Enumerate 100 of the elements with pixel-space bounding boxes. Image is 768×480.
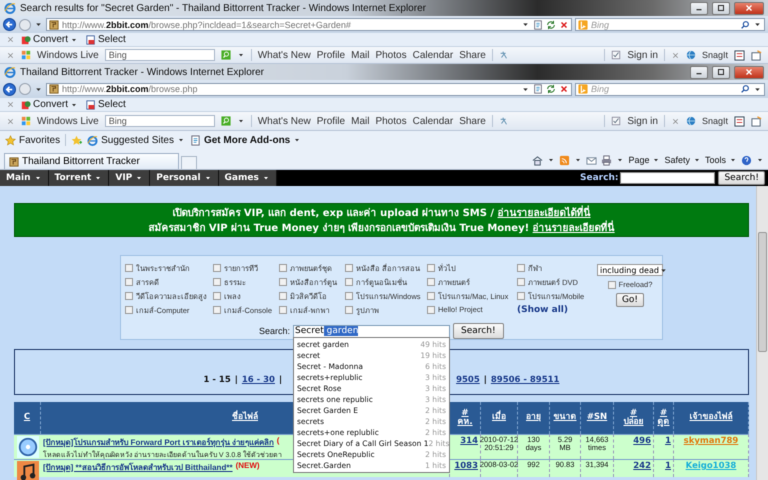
toolbar-link[interactable]: Share bbox=[459, 50, 486, 60]
caret-icon[interactable] bbox=[236, 117, 245, 125]
close-button[interactable] bbox=[734, 66, 764, 78]
search-field[interactable]: Bing bbox=[104, 115, 215, 127]
scrollbar[interactable] bbox=[756, 186, 768, 480]
column-header[interactable]: ขนาด bbox=[550, 402, 581, 434]
search-field[interactable] bbox=[620, 172, 716, 184]
nav-menu[interactable]: Games bbox=[218, 170, 277, 186]
caret-icon[interactable] bbox=[756, 156, 764, 164]
column-header[interactable]: C bbox=[14, 402, 41, 434]
filter-dropdown[interactable]: including dead bbox=[597, 264, 663, 276]
column-header[interactable]: # ดูด bbox=[654, 402, 674, 434]
toolbar-link[interactable]: Calendar bbox=[412, 50, 454, 60]
favorites-button[interactable]: Favorites bbox=[5, 134, 60, 146]
caret-icon[interactable] bbox=[547, 156, 556, 164]
browser-tab[interactable]: Thailand Bittorrent Tracker bbox=[4, 153, 179, 169]
nav-menu[interactable]: Torrent bbox=[48, 170, 110, 186]
leechers-link[interactable]: 1 bbox=[665, 436, 671, 446]
close-toolbar-icon[interactable] bbox=[6, 35, 15, 44]
show-all-link[interactable]: (Show all) bbox=[517, 304, 593, 314]
toolbar-link[interactable]: SnagIt bbox=[702, 50, 728, 60]
nav-menu[interactable]: Main bbox=[0, 170, 49, 186]
command-menu[interactable]: Tools bbox=[704, 155, 737, 165]
close-toolbar-icon[interactable] bbox=[670, 50, 680, 60]
details-link[interactable]: อ่านรายละเอียดที่นี่ bbox=[532, 223, 615, 234]
toolbar-link[interactable]: Profile bbox=[316, 116, 346, 126]
toolbar-link[interactable]: What's New bbox=[258, 116, 311, 126]
toolbar-link[interactable]: Photos bbox=[375, 50, 407, 60]
stop-icon[interactable] bbox=[559, 84, 569, 94]
caret-icon[interactable] bbox=[574, 156, 582, 164]
details-link[interactable]: อ่านรายละเอียดได้ที่นี่ bbox=[498, 208, 591, 219]
maximize-button[interactable] bbox=[712, 2, 730, 14]
toolbar-link[interactable]: Mail bbox=[351, 116, 370, 126]
caret-icon[interactable] bbox=[236, 51, 245, 59]
page-link[interactable]: 89506 - 89511 bbox=[490, 375, 560, 385]
search-field[interactable]: Bing bbox=[104, 49, 215, 61]
stop-icon[interactable] bbox=[559, 20, 569, 30]
home-icon[interactable] bbox=[532, 154, 544, 166]
close-toolbar-icon[interactable] bbox=[6, 50, 15, 60]
toolbar-link[interactable]: Profile bbox=[316, 50, 346, 60]
current-page[interactable]: 1 - 15 bbox=[204, 375, 231, 385]
mail-icon[interactable] bbox=[586, 154, 598, 166]
translate-icon[interactable] bbox=[498, 116, 509, 126]
caret-icon[interactable] bbox=[616, 156, 624, 164]
print-icon[interactable] bbox=[601, 154, 612, 166]
sign-in-link[interactable]: Sign in bbox=[627, 116, 658, 126]
compatibility-icon[interactable] bbox=[533, 84, 543, 94]
column-header[interactable]: # คห. bbox=[450, 402, 481, 434]
scrollbar-thumb[interactable] bbox=[758, 232, 767, 352]
search-button[interactable]: Search! bbox=[718, 171, 765, 185]
refresh-icon[interactable] bbox=[546, 20, 556, 30]
search-icon[interactable] bbox=[740, 20, 750, 30]
toolbar-button[interactable]: Convert bbox=[19, 34, 80, 45]
favorites-link[interactable]: Get More Add-ons bbox=[190, 134, 302, 146]
go-button[interactable]: Go! bbox=[616, 293, 644, 307]
favorites-link[interactable]: Suggested Sites bbox=[87, 134, 185, 146]
address-field[interactable]: http://www.2bbit.com/browse.php bbox=[46, 82, 572, 96]
torrent-title-link[interactable]: [ปักหมุด] **สอนวิธีการอัพโหลดสำหรับเวป Bitthailand** bbox=[43, 461, 233, 474]
help-icon[interactable] bbox=[741, 154, 752, 166]
back-button[interactable] bbox=[3, 82, 16, 96]
column-header[interactable]: # ปล่อย bbox=[614, 402, 654, 434]
edit-icon[interactable] bbox=[751, 50, 762, 60]
refresh-icon[interactable] bbox=[546, 84, 556, 94]
column-header[interactable]: อายุ bbox=[518, 402, 550, 434]
page-link[interactable]: 16 - 30 bbox=[242, 375, 275, 385]
search-button[interactable]: Search! bbox=[453, 323, 504, 339]
edit-icon[interactable] bbox=[751, 116, 762, 126]
close-button[interactable] bbox=[734, 2, 764, 14]
page-link[interactable]: 9505 bbox=[456, 375, 480, 385]
toolbar-link[interactable]: Calendar bbox=[412, 116, 454, 126]
torrent-title-link[interactable]: [ปักหมุด]โปรแกรมสำหรับ Forward Port เราเตอร์ทุกรุ่น ง่ายๆแค่คลิก bbox=[43, 436, 274, 449]
toolbar-link[interactable]: SnagIt bbox=[702, 116, 728, 126]
toolbar-button[interactable]: Convert bbox=[19, 99, 80, 110]
nav-menu[interactable]: VIP bbox=[109, 170, 150, 186]
maximize-button[interactable] bbox=[712, 66, 730, 78]
close-toolbar-icon[interactable] bbox=[670, 116, 680, 126]
toolbar-link[interactable]: Share bbox=[459, 116, 486, 126]
close-toolbar-icon[interactable] bbox=[6, 116, 15, 126]
toolbar-button[interactable]: Select bbox=[84, 34, 128, 45]
seeders-link[interactable]: 496 bbox=[633, 436, 651, 446]
sign-in-link[interactable]: Sign in bbox=[627, 50, 658, 60]
search-field[interactable]: Secret garden bbox=[293, 324, 450, 338]
toolbar-link[interactable]: Mail bbox=[351, 50, 370, 60]
toolbar-button[interactable]: Select bbox=[84, 99, 128, 110]
toolbar-link[interactable]: What's New bbox=[258, 50, 311, 60]
leechers-link[interactable]: 1 bbox=[665, 461, 671, 471]
address-field[interactable]: http://www.2bbit.com/browse.php?incldead=1&search=Secret+Garden# bbox=[46, 18, 572, 31]
back-button[interactable] bbox=[3, 18, 16, 31]
translate-icon[interactable] bbox=[498, 50, 509, 60]
column-header[interactable]: #SN bbox=[581, 402, 614, 434]
toolbar-link[interactable]: Windows Live bbox=[37, 116, 99, 126]
command-menu[interactable]: Safety bbox=[664, 155, 701, 165]
search-icon[interactable] bbox=[740, 84, 750, 94]
column-header[interactable]: เจ้าของไฟล์ bbox=[674, 402, 749, 434]
capture-icon[interactable] bbox=[734, 50, 745, 60]
nav-menu[interactable]: Personal bbox=[150, 170, 219, 186]
command-menu[interactable]: Page bbox=[628, 155, 660, 165]
close-toolbar-icon[interactable] bbox=[6, 100, 15, 109]
column-header[interactable]: เมื่อ bbox=[481, 402, 518, 434]
minimize-button[interactable] bbox=[690, 66, 708, 78]
